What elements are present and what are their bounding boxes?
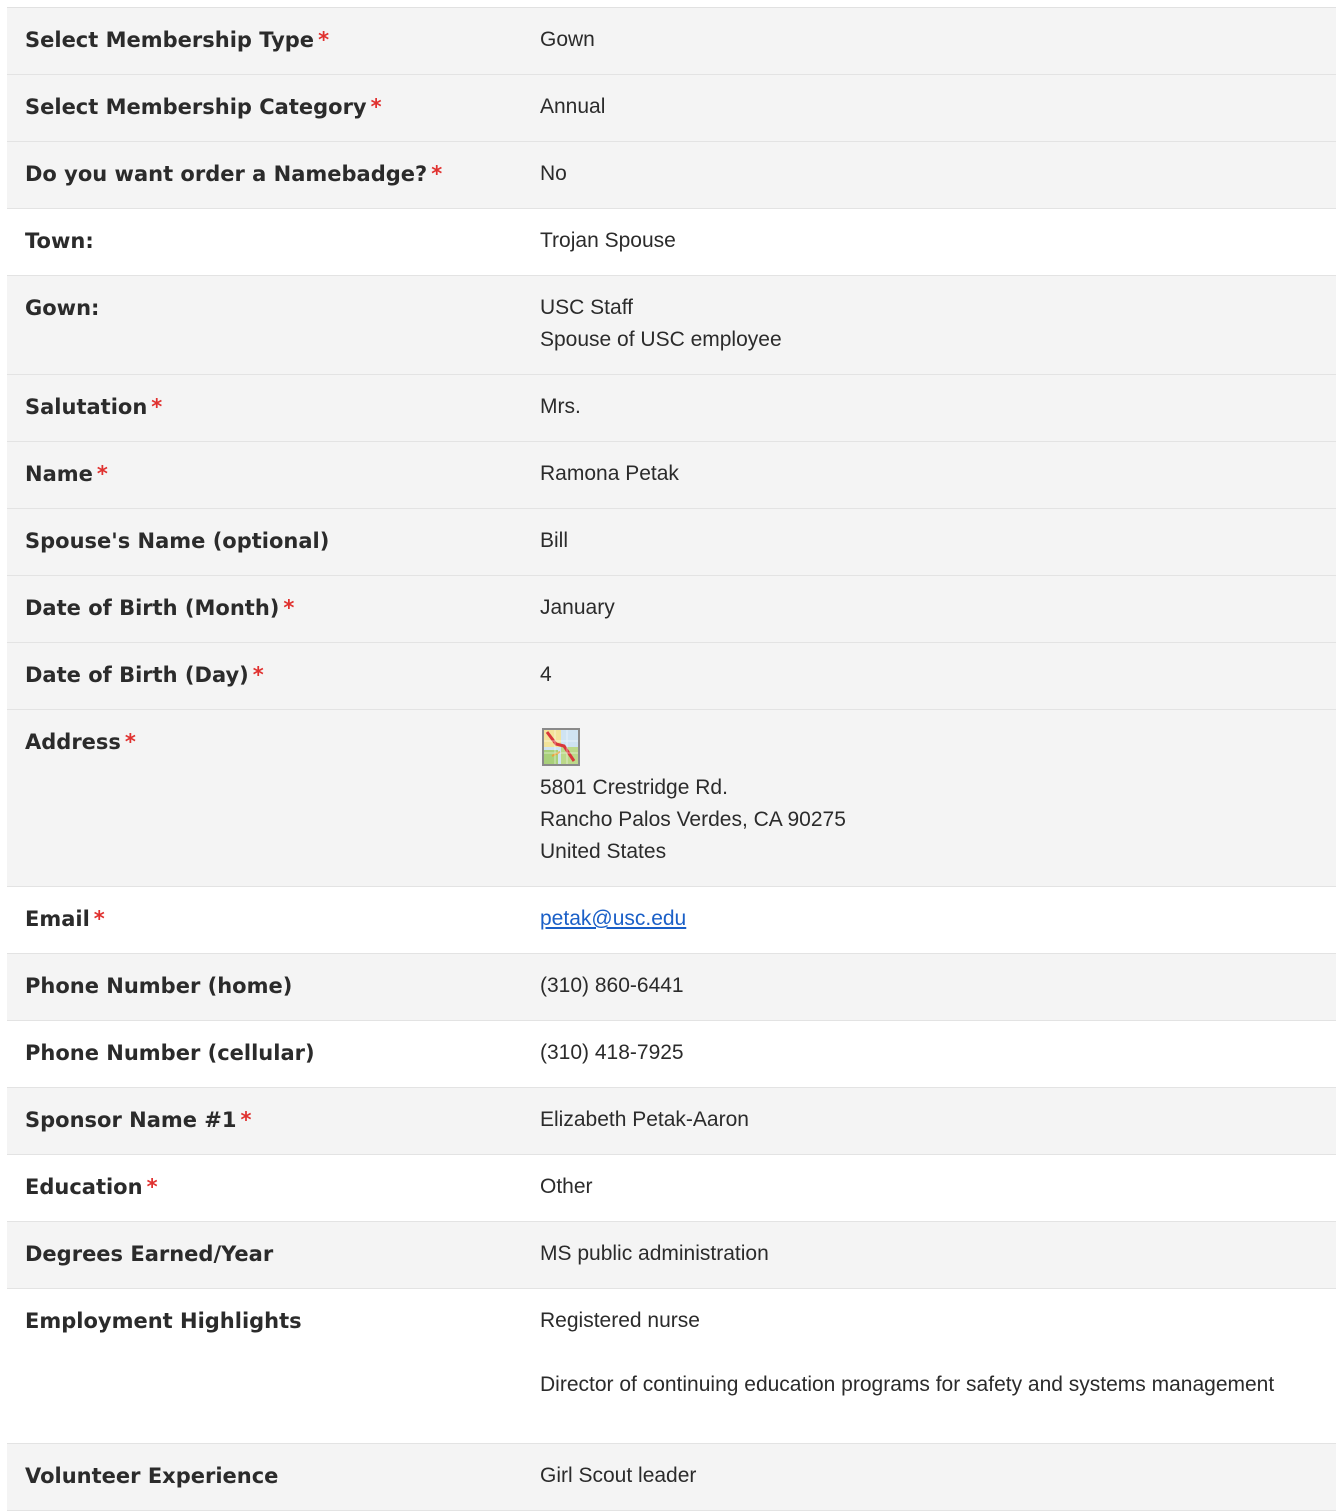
row-gown: Gown: USC Staff Spouse of USC employee xyxy=(7,276,1336,375)
row-phone-cell: Phone Number (cellular) (310) 418-7925 xyxy=(7,1021,1336,1088)
value-line: USC Staff xyxy=(540,296,633,319)
field-label: Phone Number (home) xyxy=(25,974,293,998)
field-value: Registered nurse Director of continuing … xyxy=(540,1305,1336,1401)
field-label: Spouse's Name (optional) xyxy=(25,529,330,553)
address-line: Rancho Palos Verdes, CA 90275 xyxy=(540,808,846,831)
row-email: Email * petak@usc.edu xyxy=(7,887,1336,954)
field-value: Annual xyxy=(540,95,606,118)
required-marker: * xyxy=(151,395,163,419)
field-label: Date of Birth (Month) * xyxy=(25,596,295,620)
field-label: Gown: xyxy=(25,296,100,320)
row-membership-type: Select Membership Type * Gown xyxy=(7,8,1336,75)
required-marker: * xyxy=(240,1108,252,1132)
field-label: Select Membership Category * xyxy=(25,95,382,119)
field-value: Ramona Petak xyxy=(540,462,679,485)
field-label: Phone Number (cellular) xyxy=(25,1041,315,1065)
row-degrees: Degrees Earned/Year MS public administra… xyxy=(7,1222,1336,1289)
row-name: Name * Ramona Petak xyxy=(7,442,1336,509)
field-value: 4 xyxy=(540,663,552,686)
required-marker: * xyxy=(93,907,105,931)
field-value: Other xyxy=(540,1175,593,1198)
row-sponsor: Sponsor Name #1 * Elizabeth Petak-Aaron xyxy=(7,1088,1336,1155)
field-label: Town: xyxy=(25,229,94,253)
value-paragraph: Registered nurse xyxy=(540,1309,700,1332)
value-paragraph: Director of continuing education program… xyxy=(540,1373,1275,1396)
required-marker: * xyxy=(283,596,295,620)
field-value: Girl Scout leader xyxy=(540,1464,697,1487)
required-marker: * xyxy=(370,95,382,119)
member-details-table: Select Membership Type * Gown Select Memb… xyxy=(7,7,1336,1511)
field-value: January xyxy=(540,596,615,619)
row-education: Education * Other xyxy=(7,1155,1336,1222)
field-label: Sponsor Name #1 * xyxy=(25,1108,252,1132)
row-town: Town: Trojan Spouse xyxy=(7,209,1336,276)
field-label: Date of Birth (Day) * xyxy=(25,663,264,687)
field-value: 5801 Crestridge Rd. Rancho Palos Verdes,… xyxy=(540,726,1336,868)
email-link[interactable]: petak@usc.edu xyxy=(540,907,686,930)
field-label: Employment Highlights xyxy=(25,1309,302,1333)
field-value: Bill xyxy=(540,529,569,552)
field-value: (310) 860-6441 xyxy=(540,974,684,997)
row-namebadge: Do you want order a Namebadge? * No xyxy=(7,142,1336,209)
field-value: Elizabeth Petak-Aaron xyxy=(540,1108,749,1131)
field-label: Do you want order a Namebadge? * xyxy=(25,162,443,186)
address-line: United States xyxy=(540,840,667,863)
field-value: Gown xyxy=(540,28,595,51)
field-label: Salutation * xyxy=(25,395,163,419)
field-label: Education * xyxy=(25,1175,158,1199)
address-line: 5801 Crestridge Rd. xyxy=(540,776,728,799)
field-value: (310) 418-7925 xyxy=(540,1041,684,1064)
row-volunteer: Volunteer Experience Girl Scout leader xyxy=(7,1444,1336,1511)
field-value: petak@usc.edu xyxy=(540,903,1336,935)
value-line: Spouse of USC employee xyxy=(540,328,782,351)
row-employment: Employment Highlights Registered nurse D… xyxy=(7,1289,1336,1444)
field-value: Mrs. xyxy=(540,395,581,418)
row-membership-category: Select Membership Category * Annual xyxy=(7,75,1336,142)
row-spouse-name: Spouse's Name (optional) Bill xyxy=(7,509,1336,576)
row-dob-month: Date of Birth (Month) * January xyxy=(7,576,1336,643)
field-label: Volunteer Experience xyxy=(25,1464,279,1488)
field-label: Select Membership Type * xyxy=(25,28,330,52)
field-label: Email * xyxy=(25,907,105,931)
required-marker: * xyxy=(96,462,108,486)
row-address: Address * 5801 Crestridge Rd. Rancho Palo… xyxy=(7,710,1336,887)
field-value: No xyxy=(540,162,567,185)
field-value: USC Staff Spouse of USC employee xyxy=(540,292,1336,356)
required-marker: * xyxy=(124,730,136,754)
field-value: MS public administration xyxy=(540,1242,769,1265)
row-salutation: Salutation * Mrs. xyxy=(7,375,1336,442)
row-phone-home: Phone Number (home) (310) 860-6441 xyxy=(7,954,1336,1021)
field-value: Trojan Spouse xyxy=(540,229,676,252)
field-label: Degrees Earned/Year xyxy=(25,1242,274,1266)
required-marker: * xyxy=(318,28,330,52)
required-marker: * xyxy=(431,162,443,186)
field-label: Address * xyxy=(25,730,136,754)
row-dob-day: Date of Birth (Day) * 4 xyxy=(7,643,1336,710)
required-marker: * xyxy=(252,663,264,687)
map-icon[interactable] xyxy=(542,728,580,766)
required-marker: * xyxy=(146,1175,158,1199)
field-label: Name * xyxy=(25,462,108,486)
